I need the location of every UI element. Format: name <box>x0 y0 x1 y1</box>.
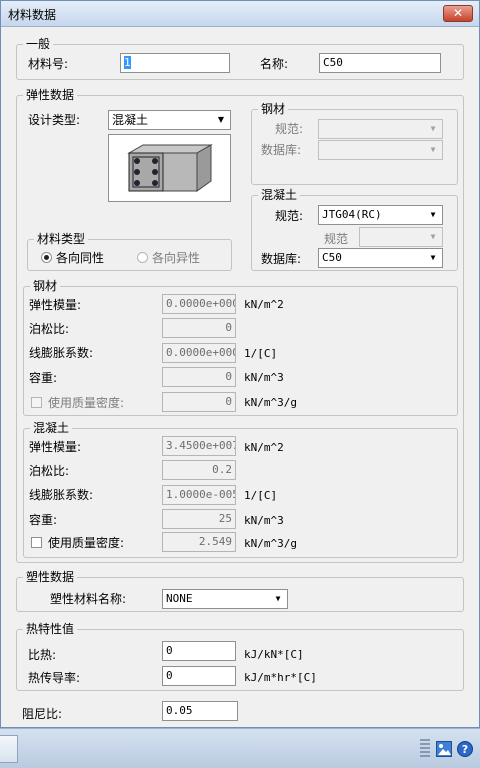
chevron-down-icon: ▼ <box>430 145 436 154</box>
isotropic-radio[interactable] <box>41 252 52 263</box>
concrete-thermal-coef-unit: 1/[C] <box>244 489 278 502</box>
concrete-use-mass-density-label[interactable]: 使用质量密度: <box>48 536 124 550</box>
steel-unit-weight-label: 容重: <box>29 371 58 385</box>
svg-text:?: ? <box>462 743 468 756</box>
photo-icon[interactable] <box>436 741 452 757</box>
grip-icon <box>420 739 430 759</box>
material-data-dialog: 材料数据 ✕ 一般 材料号: 1 名称: C50 弹性数据 设计类型: 混凝土 ▼ <box>0 0 480 728</box>
anisotropic-label[interactable]: 各向异性 <box>152 251 200 265</box>
chevron-down-icon: ▼ <box>430 253 436 262</box>
steel-thermal-coef-label: 线膨胀系数: <box>29 346 94 360</box>
steel-standard-select[interactable]: ▼ <box>318 119 443 139</box>
thermal-group: 热特性值 <box>16 622 464 691</box>
chevron-down-icon: ▼ <box>430 124 436 133</box>
concrete-sub-standard-label: 规范 <box>324 232 349 246</box>
close-button[interactable]: ✕ <box>443 5 473 22</box>
steel-props-legend: 钢材 <box>30 279 61 293</box>
damping-label: 阻尼比: <box>22 707 63 721</box>
material-no-value: 1 <box>124 56 131 69</box>
concrete-mass-density-unit: kN/m^3/g <box>244 537 297 550</box>
design-type-value: 混凝土 <box>112 113 149 127</box>
material-type-legend: 材料类型 <box>34 232 89 246</box>
concrete-unit-weight-label: 容重: <box>29 513 58 527</box>
elastic-legend: 弹性数据 <box>23 88 78 102</box>
concrete-elastic-modulus-unit: kN/m^2 <box>244 441 284 454</box>
concrete-sub-standard-select[interactable]: ▼ <box>359 227 443 247</box>
conductivity-label: 热传导率: <box>28 671 81 685</box>
concrete-elastic-modulus-label: 弹性模量: <box>29 440 82 454</box>
steel-elastic-modulus-unit: kN/m^2 <box>244 298 284 311</box>
damping-input[interactable]: 0.05 <box>162 701 238 721</box>
steel-elastic-modulus-input[interactable]: 0.0000e+000 <box>162 294 236 314</box>
concrete-elastic-modulus-input[interactable]: 3.4500e+007 <box>162 436 236 456</box>
concrete-props-legend: 混凝土 <box>30 421 73 435</box>
steel-poisson-label: 泊松比: <box>29 322 70 336</box>
material-no-input[interactable]: 1 <box>120 53 230 73</box>
window-title: 材料数据 <box>8 8 57 22</box>
concrete-thermal-coef-label: 线膨胀系数: <box>29 488 94 502</box>
design-type-select[interactable]: 混凝土 ▼ <box>108 110 231 130</box>
specific-heat-input[interactable]: 0 <box>162 641 236 661</box>
concrete-database-select[interactable]: C50 ▼ <box>318 248 443 268</box>
conductivity-input[interactable]: 0 <box>162 666 236 686</box>
section-image <box>108 134 231 202</box>
concrete-thermal-coef-input[interactable]: 1.0000e-005 <box>162 485 236 505</box>
specific-heat-unit: kJ/kN*[C] <box>244 648 304 661</box>
steel-mass-density-unit: kN/m^3/g <box>244 396 297 409</box>
taskbar: ? <box>0 728 480 768</box>
concrete-unit-weight-unit: kN/m^3 <box>244 514 284 527</box>
concrete-standard-value: JTG04(RC) <box>322 208 382 221</box>
steel-unit-weight-unit: kN/m^3 <box>244 371 284 384</box>
concrete-standard-select[interactable]: JTG04(RC) ▼ <box>318 205 443 225</box>
concrete-use-mass-density-checkbox[interactable] <box>31 537 42 548</box>
taskbar-app-icon[interactable] <box>0 735 18 763</box>
name-input[interactable]: C50 <box>319 53 441 73</box>
concrete-unit-weight-input[interactable]: 25 <box>162 509 236 529</box>
chevron-down-icon: ▼ <box>217 115 225 124</box>
design-type-label: 设计类型: <box>28 113 81 127</box>
concrete-beam-icon <box>127 144 213 192</box>
general-legend: 一般 <box>23 37 54 51</box>
plastic-material-value: NONE <box>166 592 193 605</box>
title-bar[interactable]: 材料数据 ✕ <box>1 1 479 27</box>
steel-unit-weight-input[interactable]: 0 <box>162 367 236 387</box>
steel-database-label: 数据库: <box>261 143 302 157</box>
plastic-legend: 塑性数据 <box>23 570 78 584</box>
thermal-legend: 热特性值 <box>23 622 78 636</box>
steel-standard-legend: 钢材 <box>258 102 289 116</box>
steel-elastic-modulus-label: 弹性模量: <box>29 298 82 312</box>
steel-standard-label: 规范: <box>275 122 304 136</box>
concrete-standard-legend: 混凝土 <box>258 188 301 202</box>
steel-use-mass-density-label[interactable]: 使用质量密度: <box>48 396 124 410</box>
steel-mass-density-input[interactable]: 0 <box>162 392 236 412</box>
help-icon[interactable]: ? <box>457 741 473 757</box>
concrete-database-value: C50 <box>322 251 342 264</box>
steel-use-mass-density-checkbox[interactable] <box>31 397 42 408</box>
steel-database-select[interactable]: ▼ <box>318 140 443 160</box>
plastic-material-name-label: 塑性材料名称: <box>50 592 127 606</box>
chevron-down-icon: ▼ <box>275 594 281 603</box>
specific-heat-label: 比热: <box>28 648 57 662</box>
chevron-down-icon: ▼ <box>430 210 436 219</box>
name-label: 名称: <box>260 57 289 71</box>
chevron-down-icon: ▼ <box>430 232 436 241</box>
anisotropic-radio[interactable] <box>137 252 148 263</box>
steel-poisson-input[interactable]: 0 <box>162 318 236 338</box>
concrete-mass-density-input[interactable]: 2.549 <box>162 532 236 552</box>
concrete-database-label: 数据库: <box>261 252 302 266</box>
plastic-material-select[interactable]: NONE ▼ <box>162 589 288 609</box>
conductivity-unit: kJ/m*hr*[C] <box>244 671 317 684</box>
steel-thermal-coef-input[interactable]: 0.0000e+000 <box>162 343 236 363</box>
material-no-label: 材料号: <box>28 57 69 71</box>
concrete-poisson-input[interactable]: 0.2 <box>162 460 236 480</box>
concrete-poisson-label: 泊松比: <box>29 464 70 478</box>
isotropic-label[interactable]: 各向同性 <box>56 251 104 265</box>
steel-thermal-coef-unit: 1/[C] <box>244 347 278 360</box>
concrete-standard-label: 规范: <box>275 209 304 223</box>
